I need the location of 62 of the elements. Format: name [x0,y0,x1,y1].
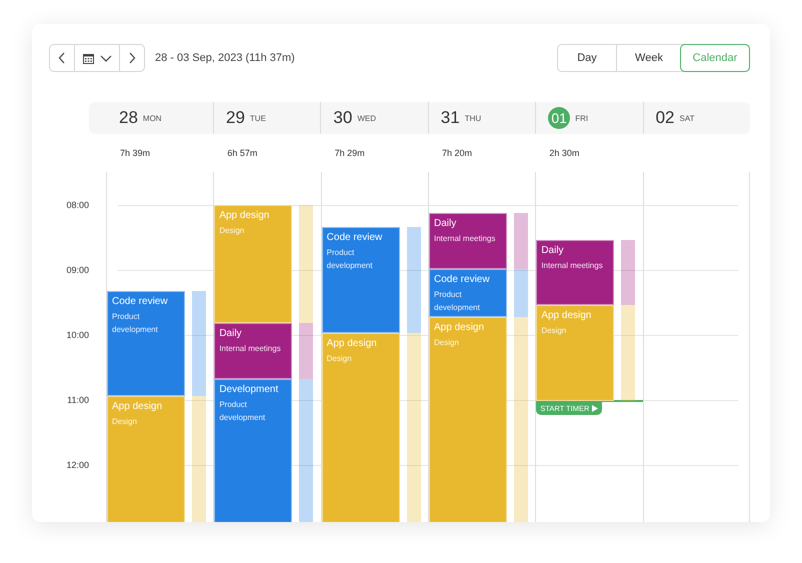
day-number: 01 [548,107,570,129]
event-block[interactable]: Daily Internal meetings [214,322,292,379]
hour-label: 12:00 [66,460,89,470]
day-number: 31 [440,107,460,129]
event-block[interactable]: Daily Internal meetings [536,240,614,306]
weekday-label: WED [357,114,376,122]
day-number: 30 [333,107,352,129]
event-category: Design [326,353,353,366]
event-category: Product development [219,398,266,424]
event-category: Product development [326,247,374,272]
day-number: 02 [656,107,675,129]
duration-bar [514,213,528,270]
event-block[interactable]: Development Product development [214,378,292,522]
view-tab[interactable]: Calendar [680,44,750,72]
event-title: App design [434,321,486,334]
event-title: Code review [326,231,384,244]
date-range: 28 - 03 Sep, 2023 (11h 37m) [155,52,295,64]
chevron-right-icon [128,52,136,64]
chevron-down-icon [100,54,112,62]
event-category: Design [434,337,460,350]
event-title: Development [219,382,280,396]
play-icon [592,404,598,412]
weekday-label: SAT [680,114,694,122]
event-category: Internal meetings [434,233,496,246]
day-total: 7h 39m [120,148,150,158]
event-category: Design [219,224,246,236]
event-block[interactable]: Code review Product development [107,291,185,396]
event-block[interactable]: Code review Product development [322,227,400,334]
event-title: App design [112,400,164,414]
weekday-label: FRI [575,114,588,122]
hour-label: 10:00 [66,330,89,340]
weekday-label: TUE [250,114,266,122]
weekday-label: THU [464,114,482,122]
hour-label: 09:00 [66,264,89,274]
day-total: 6h 57m [227,148,258,158]
event-category: Product development [434,289,481,314]
event-category: Design [112,416,138,428]
day-total: 2h 30m [549,148,580,158]
event-title: Code review [434,273,491,286]
calendar-icon [82,52,94,64]
event-block[interactable]: Daily Internal meetings [429,213,507,270]
event-title: Daily [434,217,458,230]
hour-label: 11:00 [67,394,89,404]
event-category: Product development [112,311,159,336]
event-title: Daily [219,326,243,340]
event-title: App design [219,208,270,222]
event-category: Internal meetings [219,342,282,355]
weekday-label: MON [142,114,162,122]
chevron-left-icon [58,52,66,64]
calendar-picker-button[interactable] [74,45,120,71]
event-title: App design [326,337,378,350]
event-category: Design [541,325,568,338]
day-number: 29 [226,107,245,129]
event-title: Daily [541,244,565,258]
event-title: App design [541,309,592,322]
event-title: Code review [112,295,169,308]
day-number: 28 [119,107,138,129]
day-total: 7h 20m [442,148,472,158]
event-category: Internal meetings [541,260,604,272]
event-block[interactable]: Code review Product development [429,269,507,318]
hour-label: 08:00 [66,200,89,210]
day-total: 7h 29m [334,148,365,158]
